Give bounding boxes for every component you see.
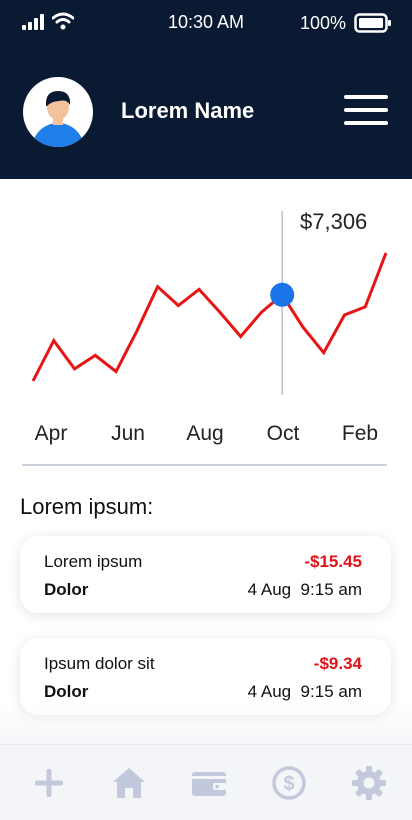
avatar[interactable] — [23, 77, 93, 147]
list-fade — [0, 704, 412, 744]
battery-percent: 100% — [299, 12, 346, 33]
transaction-date: 4 Aug 9:15 am — [247, 580, 362, 599]
transaction-date: 4 Aug 9:15 am — [247, 682, 362, 701]
avatar-icon — [32, 91, 84, 147]
divider — [22, 464, 387, 466]
x-tick-label: Aug — [186, 422, 223, 445]
transaction-card[interactable]: Lorem ipsum Dolor -$15.45 4 Aug 9:15 am — [20, 536, 391, 613]
highlight-value-label: $7,306 — [300, 209, 367, 234]
highlight-point[interactable] — [270, 282, 295, 307]
home-icon[interactable] — [109, 763, 149, 803]
tab-bar: $ — [0, 744, 412, 820]
hamburger-menu-icon[interactable] — [344, 95, 388, 127]
plus-icon[interactable] — [29, 763, 69, 803]
battery-icon — [354, 13, 391, 33]
status-icons-right: 100% — [300, 12, 392, 34]
transaction-title: Ipsum dolor sit — [44, 654, 155, 673]
app-header: 10:30 AM 100% Lorem Name — [0, 0, 412, 179]
transaction-amount: -$15.45 — [304, 552, 362, 571]
transaction-title: Lorem ipsum — [44, 552, 143, 571]
dollar-coin-icon[interactable]: $ — [269, 763, 309, 803]
settings-gear-icon[interactable] — [349, 763, 389, 803]
section-title: Lorem ipsum: — [20, 494, 154, 519]
wallet-icon[interactable] — [189, 763, 229, 803]
transaction-amount: -$9.34 — [313, 654, 362, 673]
status-bar: 10:30 AM 100% — [0, 0, 412, 44]
x-tick-label: Oct — [267, 422, 300, 445]
transaction-subtitle: Dolor — [44, 580, 89, 599]
x-tick-label: Feb — [342, 422, 378, 445]
series-line — [31, 252, 388, 382]
transaction-subtitle: Dolor — [44, 682, 89, 701]
profile-name: Lorem Name — [121, 98, 255, 123]
x-tick-label: Jun — [111, 422, 145, 445]
x-tick-label: Apr — [35, 422, 68, 445]
line-chart: $7,306 Apr Jun Aug Oct Feb — [31, 209, 388, 445]
svg-text:$: $ — [283, 773, 294, 795]
